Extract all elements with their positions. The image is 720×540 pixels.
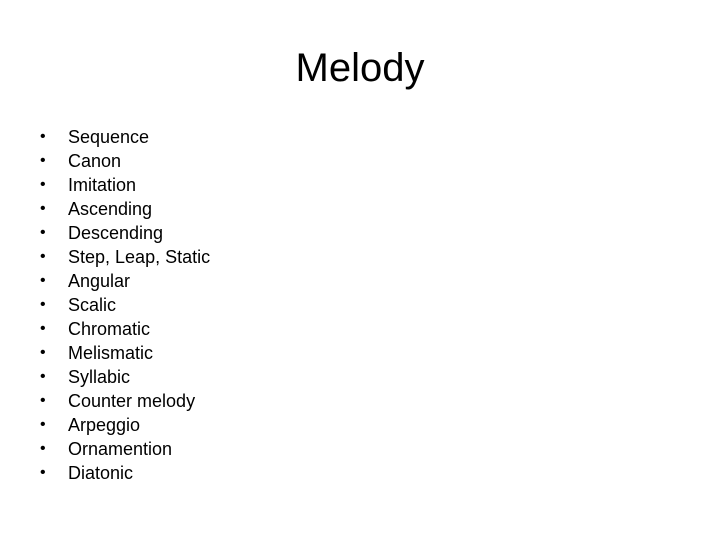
list-item-label: Sequence <box>68 127 150 147</box>
list-item-label: Ornamention <box>68 439 173 459</box>
bullet-list: • Sequence • Canon • Imitation • Ascendi… <box>36 125 456 485</box>
list-item: • Chromatic <box>36 317 456 341</box>
bullet-dot-icon: • <box>40 224 46 241</box>
list-item: • Canon <box>36 149 456 173</box>
list-item-label: Counter melody <box>68 391 196 411</box>
list-item: • Melismatic <box>36 341 456 365</box>
bullet-dot-icon: • <box>40 152 46 169</box>
bullet-dot-icon: • <box>40 320 46 337</box>
list-item-label: Arpeggio <box>68 415 141 435</box>
list-item-label: Descending <box>68 223 164 243</box>
list-item-label: Step, Leap, Static <box>68 247 211 267</box>
list-item: • Syllabic <box>36 365 456 389</box>
slide-canvas: Melody • Sequence • Canon • Imitation • … <box>0 0 720 540</box>
list-item-label: Imitation <box>68 175 137 195</box>
list-item: • Ornamention <box>36 437 456 461</box>
bullet-dot-icon: • <box>40 272 46 289</box>
list-item: • Sequence <box>36 125 456 149</box>
list-item-label: Chromatic <box>68 319 151 339</box>
list-item: • Arpeggio <box>36 413 456 437</box>
list-item: • Ascending <box>36 197 456 221</box>
page-title: Melody <box>295 46 425 90</box>
list-item-label: Angular <box>68 271 131 291</box>
list-item: • Scalic <box>36 293 456 317</box>
list-item: • Step, Leap, Static <box>36 245 456 269</box>
bullet-dot-icon: • <box>40 248 46 265</box>
bullet-dot-icon: • <box>40 128 46 145</box>
bullet-dot-icon: • <box>40 296 46 313</box>
list-item: • Angular <box>36 269 456 293</box>
list-item-label: Melismatic <box>68 343 154 363</box>
list-item-label: Syllabic <box>68 367 131 387</box>
bullet-dot-icon: • <box>40 176 46 193</box>
bullet-dot-icon: • <box>40 344 46 361</box>
list-item: • Counter melody <box>36 389 456 413</box>
bullet-dot-icon: • <box>40 416 46 433</box>
list-item: • Diatonic <box>36 461 456 485</box>
list-item: • Descending <box>36 221 456 245</box>
bullet-dot-icon: • <box>40 368 46 385</box>
bullet-dot-icon: • <box>40 200 46 217</box>
list-item-label: Canon <box>68 151 122 171</box>
bullet-dot-icon: • <box>40 392 46 409</box>
bullet-dot-icon: • <box>40 440 46 457</box>
list-item-label: Ascending <box>68 199 153 219</box>
list-item-label: Scalic <box>68 295 117 315</box>
bullet-dot-icon: • <box>40 464 46 481</box>
list-item: • Imitation <box>36 173 456 197</box>
list-item-label: Diatonic <box>68 463 134 483</box>
